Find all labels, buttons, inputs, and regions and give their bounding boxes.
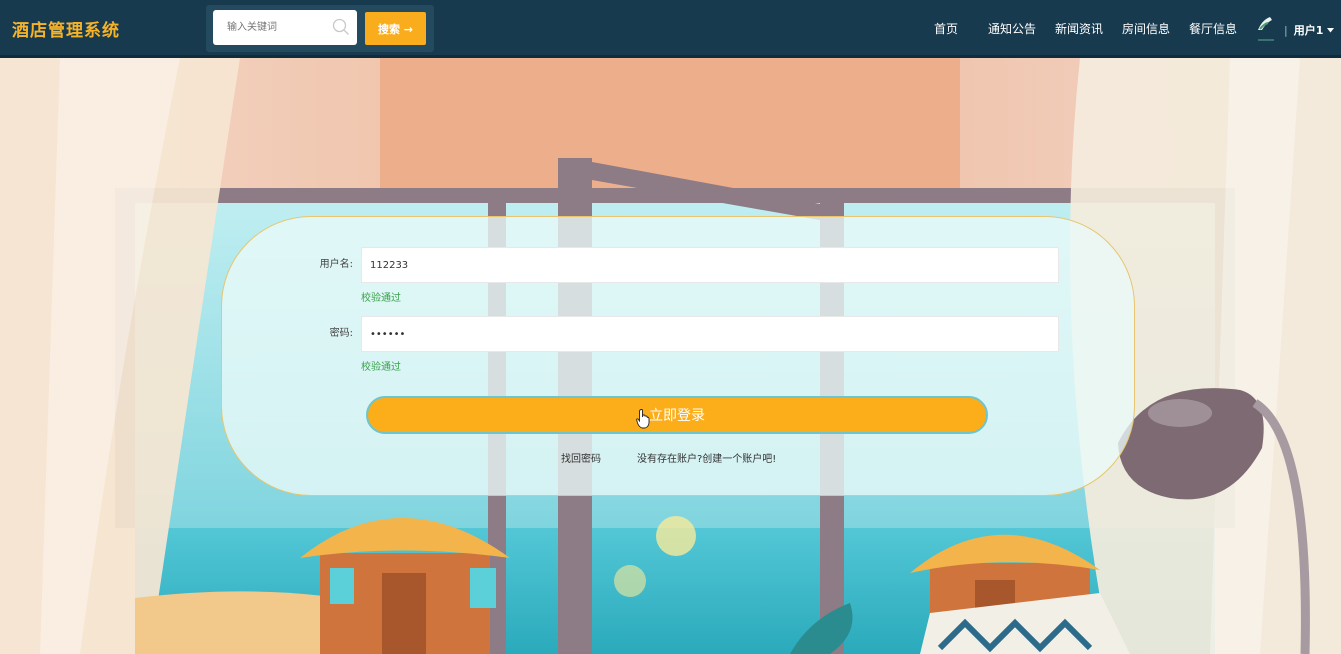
register-link[interactable]: 没有存在账户?创建一个账户吧!: [637, 450, 776, 465]
nav-restaurant[interactable]: 餐厅信息: [1189, 20, 1237, 37]
username-validation: 校验通过: [361, 293, 401, 304]
hand-cursor-icon: [636, 409, 650, 429]
username-label: 用户名:: [319, 259, 353, 270]
user-menu[interactable]: | 用户1: [1284, 22, 1335, 38]
nav-news[interactable]: 新闻资讯: [1055, 20, 1103, 37]
password-field[interactable]: [361, 316, 1059, 352]
forgot-password-link[interactable]: 找回密码: [561, 450, 601, 465]
username-field[interactable]: [361, 247, 1059, 283]
nav-notices[interactable]: 通知公告: [988, 20, 1036, 37]
user-separator: |: [1284, 23, 1288, 37]
avatar[interactable]: [1254, 14, 1278, 42]
nav-home[interactable]: 首页: [934, 20, 958, 37]
caret-down-icon: [1327, 27, 1335, 32]
nav-rooms[interactable]: 房间信息: [1122, 20, 1170, 37]
main-nav: 首页 通知公告 新闻资讯 房间信息 餐厅信息: [0, 20, 1341, 40]
top-navbar: 酒店管理系统 搜索 → 首页 通知公告 新闻资讯 房间信息 餐厅信息 | 用户1: [0, 0, 1341, 58]
password-label: 密码:: [329, 328, 353, 339]
login-button[interactable]: 立即登录: [366, 396, 988, 434]
password-validation: 校验通过: [361, 362, 401, 373]
user-name: 用户1: [1293, 24, 1324, 37]
